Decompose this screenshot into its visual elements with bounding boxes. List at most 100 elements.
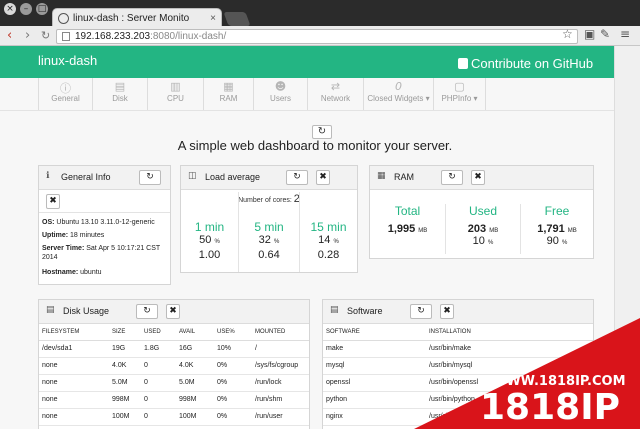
brand-title[interactable]: linux-dash	[38, 53, 97, 68]
url-path: :8080/linux-dash/	[150, 31, 227, 42]
refresh-button[interactable]: ↻	[441, 170, 463, 185]
widget-title: General Info	[61, 172, 111, 182]
table-cell: nginx	[323, 408, 426, 426]
ram-used: Used 203 MB 10 %	[446, 204, 521, 254]
ram-percent: 10 %	[472, 235, 494, 247]
refresh-button[interactable]: ↻	[136, 304, 158, 319]
favicon-icon	[58, 13, 69, 24]
widget-header: ▤ Disk Usage ↻ ✖	[39, 300, 309, 324]
load-average-widget: ◫ Load average ↻ ✖ Number of cores: 2 1 …	[180, 165, 358, 273]
table-cell: 0	[141, 374, 176, 392]
hostname-row: Hostname: ubuntu	[42, 268, 102, 277]
load-value: 1.00	[198, 249, 221, 261]
new-tab-button[interactable]	[223, 12, 251, 26]
table-cell: mysql	[323, 357, 426, 375]
column-header: USE%	[214, 324, 252, 341]
table-row: make/usr/bin/make	[323, 340, 593, 358]
browser-tab[interactable]: linux-dash : Server Monito ×	[52, 8, 222, 28]
ram-value: 1,791	[537, 223, 565, 235]
back-icon[interactable]: ‹	[7, 27, 12, 44]
table-cell: 4.0K	[176, 357, 214, 375]
nav-ram[interactable]: ▦ RAM	[204, 78, 254, 110]
table-cell: 998M	[109, 391, 141, 409]
info-icon: ⓘ	[60, 82, 71, 95]
close-widget-button[interactable]: ✖	[471, 170, 485, 185]
close-widget-button[interactable]: ✖	[166, 304, 180, 319]
load-percent-value: 14	[318, 234, 331, 246]
refresh-button[interactable]: ↻	[139, 170, 161, 185]
table-cell: make	[323, 340, 426, 358]
load-percent-value: 50	[199, 234, 212, 246]
disk-usage-widget: ▤ Disk Usage ↻ ✖ FILESYSTEM SIZE USED AV…	[38, 299, 310, 429]
star-icon[interactable]: ☆	[562, 27, 573, 41]
refresh-button[interactable]: ↻	[286, 170, 308, 185]
window-controls: × – □	[4, 3, 48, 17]
reload-icon[interactable]: ↻	[41, 27, 50, 44]
table-cell: /run/lock	[252, 374, 309, 392]
refresh-button[interactable]: ↻	[410, 304, 432, 319]
table-cell: 0	[141, 408, 176, 426]
nav-label: Users	[270, 94, 291, 103]
ram-unit: MB	[489, 228, 499, 234]
table-cell: /	[252, 340, 309, 358]
users-icon: ☻	[274, 80, 287, 93]
cpu-icon: ▥	[170, 80, 181, 93]
ram-percent-value: 10	[472, 235, 485, 247]
general-info-widget: ℹ General Info ↻ ✖ OS: Ubuntu 13.10 3.11…	[38, 165, 171, 285]
load-value: 0.28	[317, 249, 340, 261]
nav-label: Closed Widgets	[367, 94, 424, 103]
close-window-button[interactable]: ×	[4, 3, 16, 15]
table-cell: 10%	[214, 340, 252, 358]
close-widget-button[interactable]: ✖	[316, 170, 330, 185]
nav-label: PHPInfo	[441, 94, 472, 103]
nav-cpu[interactable]: ▥ CPU	[148, 78, 204, 110]
table-cell: openssl	[323, 374, 426, 392]
divider	[39, 212, 170, 213]
eyedropper-icon[interactable]: ✎	[600, 27, 610, 41]
minimize-window-button[interactable]: –	[20, 3, 32, 15]
disk-icon: ▤	[46, 305, 55, 315]
column-header: MOUNTED	[252, 324, 309, 341]
uptime-value: 18 minutes	[70, 232, 105, 239]
table-row: none 5.0M 0 5.0M 0%/run/lock	[39, 374, 309, 392]
menu-icon[interactable]: ≡	[620, 27, 630, 41]
nav-phpinfo[interactable]: ▢ PHPInfo ▾	[434, 78, 486, 110]
forward-icon[interactable]: ›	[25, 27, 30, 44]
ram-icon: ▦	[377, 171, 386, 181]
table-cell: none	[39, 391, 109, 409]
table-cell: 100M	[109, 408, 141, 426]
column-header: USED	[141, 324, 176, 341]
close-widget-button[interactable]: ✖	[440, 304, 454, 319]
table-cell: 0	[141, 391, 176, 409]
github-link[interactable]: Contribute on GitHub	[458, 56, 593, 71]
table-cell: 0%	[214, 391, 252, 409]
nav-label: Network	[320, 94, 351, 103]
table-header-row: FILESYSTEM SIZE USED AVAIL USE% MOUNTED	[39, 324, 309, 341]
close-widget-button[interactable]: ✖	[46, 194, 60, 209]
extension-icon[interactable]: ▣	[584, 27, 595, 41]
network-icon: ⇄	[330, 80, 341, 93]
ram-percent: 90 %	[546, 235, 568, 247]
nav-general[interactable]: ⓘ General	[38, 78, 93, 110]
load-5min: 5 min 32 % 0.64	[239, 192, 300, 272]
address-bar[interactable]: 192.168.233.203:8080/linux-dash/	[56, 29, 578, 44]
table-cell: 4.0K	[109, 357, 141, 375]
disk-icon: ▤	[114, 80, 126, 93]
ram-amount: 1,995 MB	[370, 223, 445, 235]
table-cell: /run/shm	[252, 391, 309, 409]
table-row: /dev/sda1 19G 1.8G 16G 10% /	[39, 340, 309, 358]
github-link-label: Contribute on GitHub	[471, 56, 594, 71]
refresh-all-button[interactable]: ↻	[312, 125, 332, 139]
url-host: 192.168.233.203	[75, 31, 151, 42]
nav-closed-widgets[interactable]: 0 Closed Widgets ▾	[364, 78, 434, 110]
ram-value: 203	[467, 223, 487, 235]
nav-network[interactable]: ⇄ Network	[308, 78, 364, 110]
nav-users[interactable]: ☻ Users	[254, 78, 308, 110]
maximize-window-button[interactable]: □	[36, 3, 48, 15]
load-percent-value: 32	[258, 234, 271, 246]
ram-unit: MB	[567, 228, 577, 234]
nav-label: CPU	[167, 94, 184, 103]
nav-disk[interactable]: ▤ Disk	[93, 78, 148, 110]
table-cell: 0%	[214, 357, 252, 375]
page-icon	[62, 32, 70, 41]
